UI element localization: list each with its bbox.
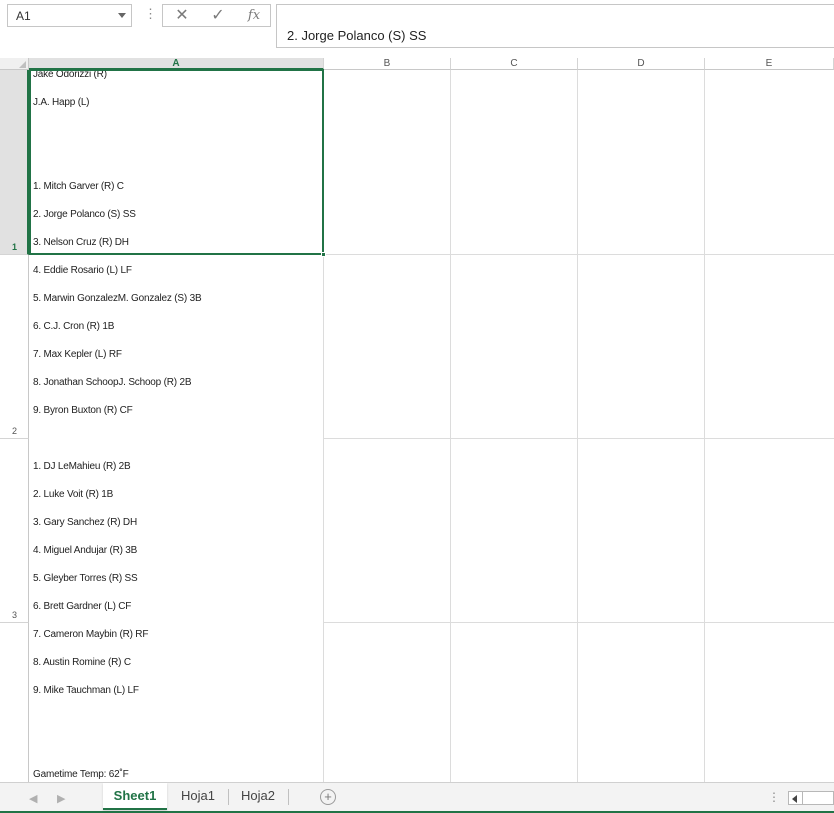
row-header-4[interactable] <box>0 623 29 782</box>
column-header-E[interactable]: E <box>705 58 834 70</box>
row-header-3[interactable]: 3 <box>0 439 29 623</box>
gridline <box>704 70 705 782</box>
name-box[interactable]: A1 <box>7 4 132 27</box>
fill-handle[interactable] <box>321 252 326 257</box>
formula-input[interactable]: 2. Jorge Polanco (S) SS <box>276 4 834 48</box>
cell-text-line: 7. Max Kepler (L) RF <box>33 349 122 360</box>
enter-icon[interactable]: ✓ <box>203 6 233 26</box>
cell-text-line: 8. Austin Romine (R) C <box>33 657 131 668</box>
cell-text-line: 9. Mike Tauchman (L) LF <box>33 685 139 696</box>
name-box-value: A1 <box>16 9 31 23</box>
spreadsheet-grid: A B C D E 1 2 3 Jake Odorizzi (R) J.A. Ha… <box>0 58 834 782</box>
fx-icon[interactable]: fx <box>239 6 269 26</box>
column-header-D[interactable]: D <box>578 58 705 70</box>
cell-text-line: 5. Marwin GonzalezM. Gonzalez (S) 3B <box>33 293 202 304</box>
gridline <box>324 254 834 255</box>
select-all-icon <box>19 61 26 68</box>
cell-text-line: Gametime Temp: 62˚F <box>33 769 129 780</box>
cell-text-line: 5. Gleyber Torres (R) SS <box>33 573 138 584</box>
gridline <box>324 622 834 623</box>
cell-text-line: 6. Brett Gardner (L) CF <box>33 601 132 612</box>
tab-hoja1[interactable]: Hoja1 <box>169 783 227 810</box>
sheet-tab-bar: ◀ ▶ Sheet1 Hoja1 Hoja2 + ⋮ <box>0 782 834 813</box>
select-all-corner[interactable] <box>0 58 29 70</box>
dropdown-arrow-icon[interactable] <box>118 13 126 18</box>
cell-text-line: 4. Miguel Andujar (R) 3B <box>33 545 138 556</box>
formula-toolbar: A1 ⋮ ✕ ✓ fx 2. Jorge Polanco (S) SS <box>0 0 834 54</box>
row-header-2[interactable]: 2 <box>0 255 29 439</box>
column-header-C[interactable]: C <box>451 58 578 70</box>
cell-text-line: 7. Cameron Maybin (R) RF <box>33 629 149 640</box>
next-sheet-icon[interactable]: ▶ <box>57 792 65 805</box>
prev-sheet-icon[interactable]: ◀ <box>29 792 37 805</box>
more-options-icon[interactable]: ⋮ <box>768 790 780 804</box>
cell-text-line: 9. Byron Buxton (R) CF <box>33 405 133 416</box>
row-header-1[interactable]: 1 <box>0 70 29 255</box>
column-header-B[interactable]: B <box>324 58 451 70</box>
cell-text-line: 1. DJ LeMahieu (R) 2B <box>33 461 131 472</box>
formula-buttons: ✕ ✓ fx <box>162 4 271 27</box>
cell-text-line: 3. Gary Sanchez (R) DH <box>33 517 137 528</box>
cancel-icon[interactable]: ✕ <box>167 6 197 26</box>
row-number: 3 <box>12 610 18 620</box>
add-sheet-icon[interactable]: + <box>320 789 336 805</box>
cell-text-line: 2. Luke Voit (R) 1B <box>33 489 114 500</box>
cell-text-line: 4. Eddie Rosario (L) LF <box>33 265 132 276</box>
gridline <box>324 438 834 439</box>
scrollbar-divider <box>802 792 803 804</box>
cell-text-line: 8. Jonathan SchoopJ. Schoop (R) 2B <box>33 377 192 388</box>
tab-sheet1[interactable]: Sheet1 <box>103 783 167 810</box>
tab-divider <box>288 789 289 805</box>
gridline <box>450 70 451 782</box>
selection-border <box>29 69 324 255</box>
formula-value: 2. Jorge Polanco (S) SS <box>287 28 427 43</box>
cell-text-line: 6. C.J. Cron (R) 1B <box>33 321 115 332</box>
scroll-left-icon[interactable] <box>792 795 797 803</box>
horizontal-scrollbar[interactable] <box>788 791 834 805</box>
row-number: 1 <box>12 242 18 252</box>
tab-hoja2[interactable]: Hoja2 <box>229 783 287 810</box>
gridline <box>577 70 578 782</box>
more-options-icon[interactable]: ⋮ <box>144 7 157 21</box>
row-number: 2 <box>12 426 18 436</box>
